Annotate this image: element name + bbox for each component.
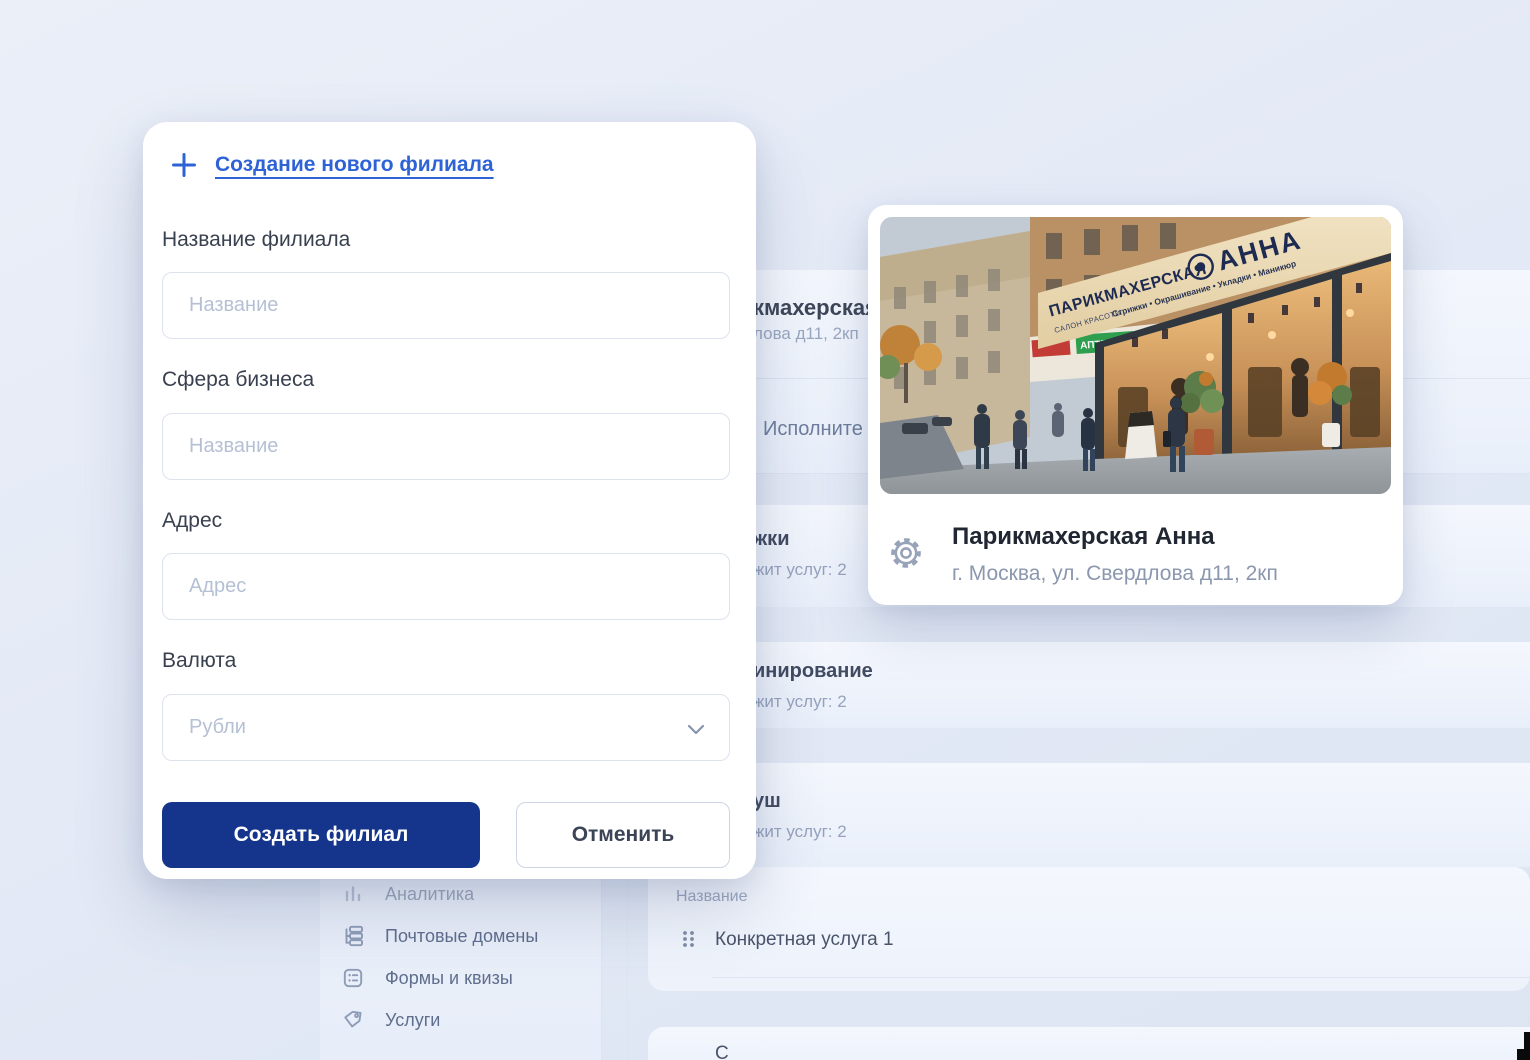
forms-icon xyxy=(342,967,364,989)
sidebar-item-label: Аналитика xyxy=(385,884,474,905)
sidebar-item-forms[interactable]: Формы и квизы xyxy=(342,966,513,990)
chevron-down-icon xyxy=(687,722,705,733)
branch-preview-card: АПТЕКА ПАРИКМАХЕРСКАЯ АННА САЛОН КРАСОТЫ… xyxy=(868,205,1403,605)
drag-handle-icon[interactable] xyxy=(681,929,697,949)
storefront-photo: АПТЕКА ПАРИКМАХЕРСКАЯ АННА САЛОН КРАСОТЫ… xyxy=(880,217,1391,494)
branch-name-input[interactable] xyxy=(162,272,730,339)
mail-domains-icon xyxy=(342,925,364,947)
field-label-business-sphere: Сфера бизнеса xyxy=(162,368,314,392)
currency-select[interactable]: Рубли xyxy=(162,694,730,761)
create-branch-button[interactable]: Создать филиал xyxy=(162,802,480,868)
sidebar-item-services[interactable]: Услуги xyxy=(342,1008,440,1032)
field-label-currency: Валюта xyxy=(162,649,236,673)
currency-select-value: Рубли xyxy=(189,716,246,739)
branch-settings-gear-icon[interactable] xyxy=(888,535,924,571)
field-label-branch-name: Название филиала xyxy=(162,228,350,252)
analytics-icon xyxy=(342,883,364,905)
sidebar-item-analytics[interactable]: Аналитика xyxy=(342,882,474,906)
table-column-header: Название xyxy=(676,888,748,906)
services-icon xyxy=(342,1009,364,1031)
sidebar-item-label: Почтовые домены xyxy=(385,926,538,947)
table-row-divider xyxy=(712,977,1530,978)
category-row[interactable]: инирование жит услуг: 2 xyxy=(648,642,1530,728)
category-title-fragment: жки xyxy=(753,528,789,551)
branch-card-title: Парикмахерская Анна xyxy=(952,523,1215,551)
address-input[interactable] xyxy=(162,553,730,620)
category-subtitle-fragment: жит услуг: 2 xyxy=(753,560,847,580)
category-subtitle-fragment: жит услуг: 2 xyxy=(753,692,847,712)
category-row[interactable]: уш жит услуг: 2 xyxy=(648,763,1530,867)
branch-row-title-fragment[interactable]: кмахерская xyxy=(753,295,878,321)
executors-tab-fragment[interactable]: Исполните xyxy=(763,418,863,441)
create-branch-modal: Создание нового филиала Название филиала… xyxy=(143,122,756,879)
sidebar-item-mail-domains[interactable]: Почтовые домены xyxy=(342,924,538,948)
branch-row-subtitle-fragment: лова д11, 2кп xyxy=(753,324,859,344)
sidebar-item-label: Услуги xyxy=(385,1010,440,1031)
modal-title-link[interactable]: Создание нового филиала xyxy=(215,153,494,177)
next-category-card xyxy=(648,1027,1530,1060)
screen-corner-artifact xyxy=(1517,1049,1530,1060)
table-row[interactable]: Конкретная услуга 1 xyxy=(715,929,894,951)
plus-icon xyxy=(171,152,197,178)
field-label-address: Адрес xyxy=(162,509,222,533)
cancel-button[interactable]: Отменить xyxy=(516,802,730,868)
app-screen: Аналитика Почтовые домены Формы и квизы xyxy=(0,0,1530,1060)
category-title-fragment: уш xyxy=(753,790,781,813)
branch-card-address: г. Москва, ул. Свердлова д11, 2кп xyxy=(952,562,1278,586)
category-title-fragment: инирование xyxy=(753,660,873,683)
business-sphere-input[interactable] xyxy=(162,413,730,480)
sidebar-item-label: Формы и квизы xyxy=(385,968,513,989)
category-subtitle-fragment: жит услуг: 2 xyxy=(753,822,847,842)
next-card-text-fragment: С xyxy=(715,1043,729,1060)
